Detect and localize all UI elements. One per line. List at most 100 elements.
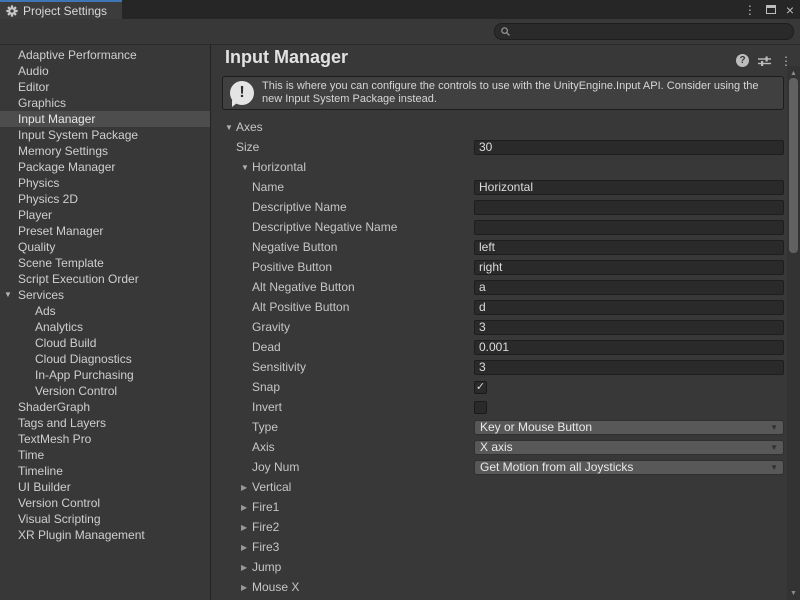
sidebar-item-script-execution-order[interactable]: Script Execution Order [0, 271, 210, 287]
row-control-cell: right [474, 260, 784, 275]
sidebar-item-label: Player [18, 208, 52, 222]
row-label-text: Sensitivity [252, 360, 306, 374]
negative-button-field[interactable]: left [474, 240, 784, 255]
row-control-cell [474, 401, 784, 414]
helpbox: ! This is where you can configure the co… [222, 76, 784, 110]
field-label-alt-negative-button: Alt Negative Button [211, 280, 474, 294]
sidebar-item-textmesh-pro[interactable]: TextMesh Pro [0, 431, 210, 447]
joy-num-dropdown[interactable]: Get Motion from all Joysticks▼ [474, 460, 784, 475]
sidebar-item-physics-2d[interactable]: Physics 2D [0, 191, 210, 207]
sidebar-item-player[interactable]: Player [0, 207, 210, 223]
sidebar-item-adaptive-performance[interactable]: Adaptive Performance [0, 47, 210, 63]
form-row-axis: AxisX axis▼ [211, 437, 784, 457]
sidebar-item-tags-and-layers[interactable]: Tags and Layers [0, 415, 210, 431]
row-control-cell: 3 [474, 320, 784, 335]
snap-checkbox[interactable]: ✓ [474, 381, 487, 394]
sidebar-item-shadergraph[interactable]: ShaderGraph [0, 399, 210, 415]
sidebar-item-visual-scripting[interactable]: Visual Scripting [0, 511, 210, 527]
row-control-cell: 0.001 [474, 340, 784, 355]
sidebar-item-package-manager[interactable]: Package Manager [0, 159, 210, 175]
preset-icon[interactable] [758, 55, 771, 67]
sidebar-item-ads[interactable]: Ads [0, 303, 210, 319]
form-row-size: Size30 [211, 137, 784, 157]
foldout-open-icon[interactable]: ▼ [241, 163, 252, 172]
sidebar-item-timeline[interactable]: Timeline [0, 463, 210, 479]
descriptive-name-field[interactable] [474, 200, 784, 215]
axis-dropdown[interactable]: X axis▼ [474, 440, 784, 455]
foldout-horizontal[interactable]: ▼Horizontal [211, 160, 474, 174]
descriptive-negative-name-field[interactable] [474, 220, 784, 235]
foldout-closed-icon[interactable]: ▶ [241, 523, 252, 532]
scrollbar-thumb[interactable] [789, 78, 798, 253]
info-icon: ! [230, 81, 254, 105]
field-label-invert: Invert [211, 400, 474, 414]
foldout-axes[interactable]: ▼Axes [211, 120, 474, 134]
dead-field[interactable]: 0.001 [474, 340, 784, 355]
sidebar-item-ui-builder[interactable]: UI Builder [0, 479, 210, 495]
positive-button-field[interactable]: right [474, 260, 784, 275]
foldout-vertical[interactable]: ▶Vertical [211, 480, 474, 494]
close-icon[interactable]: × [786, 3, 794, 17]
sidebar-item-input-system-package[interactable]: Input System Package [0, 127, 210, 143]
sidebar-item-preset-manager[interactable]: Preset Manager [0, 223, 210, 239]
type-dropdown[interactable]: Key or Mouse Button▼ [474, 420, 784, 435]
dropdown-arrow-icon: ▼ [770, 443, 778, 452]
sidebar-list: Adaptive PerformanceAudioEditorGraphicsI… [0, 47, 210, 543]
scroll-up-icon[interactable]: ▲ [787, 68, 800, 78]
sidebar-item-label: Services [18, 288, 64, 302]
panel-more-icon[interactable]: ⋮ [780, 55, 792, 67]
sensitivity-field[interactable]: 3 [474, 360, 784, 375]
sidebar-item-time[interactable]: Time [0, 447, 210, 463]
window-more-icon[interactable]: ⋮ [744, 4, 756, 16]
foldout-fire3[interactable]: ▶Fire3 [211, 540, 474, 554]
sidebar-item-xr-plugin-management[interactable]: XR Plugin Management [0, 527, 210, 543]
search-box[interactable] [494, 23, 794, 40]
field-label-descriptive-name: Descriptive Name [211, 200, 474, 214]
foldout-jump[interactable]: ▶Jump [211, 560, 474, 574]
alt-positive-button-field[interactable]: d [474, 300, 784, 315]
foldout-open-icon[interactable]: ▼ [225, 123, 236, 132]
sidebar-item-label: Package Manager [18, 160, 115, 174]
tab-project-settings[interactable]: Project Settings [0, 0, 122, 19]
sidebar-item-version-control[interactable]: Version Control [0, 495, 210, 511]
sidebar-item-cloud-diagnostics[interactable]: Cloud Diagnostics [0, 351, 210, 367]
sidebar-item-version-control[interactable]: Version Control [0, 383, 210, 399]
foldout-mouse-x[interactable]: ▶Mouse X [211, 580, 474, 594]
foldout-fire2[interactable]: ▶Fire2 [211, 520, 474, 534]
size-field[interactable]: 30 [474, 140, 784, 155]
sidebar-item-services[interactable]: ▼ Services [0, 287, 210, 303]
invert-checkbox[interactable] [474, 401, 487, 414]
vertical-scrollbar[interactable]: ▲ ▼ [787, 66, 800, 600]
sidebar-item-analytics[interactable]: Analytics [0, 319, 210, 335]
name-field[interactable]: Horizontal [474, 180, 784, 195]
sidebar-item-label: Input System Package [18, 128, 138, 142]
alt-negative-button-field[interactable]: a [474, 280, 784, 295]
sidebar-item-input-manager[interactable]: Input Manager [0, 111, 210, 127]
sidebar-item-scene-template[interactable]: Scene Template [0, 255, 210, 271]
sidebar-item-in-app-purchasing[interactable]: In-App Purchasing [0, 367, 210, 383]
row-control-cell: Key or Mouse Button▼ [474, 420, 784, 435]
sidebar-item-memory-settings[interactable]: Memory Settings [0, 143, 210, 159]
sidebar-item-audio[interactable]: Audio [0, 63, 210, 79]
foldout-closed-icon[interactable]: ▶ [241, 583, 252, 592]
scroll-down-icon[interactable]: ▼ [787, 588, 800, 598]
help-icon[interactable]: ? [736, 54, 749, 67]
sidebar-item-label: ShaderGraph [18, 400, 90, 414]
sidebar-item-cloud-build[interactable]: Cloud Build [0, 335, 210, 351]
foldout-closed-icon[interactable]: ▶ [241, 503, 252, 512]
sidebar-item-label: Ads [35, 304, 56, 318]
foldout-closed-icon[interactable]: ▶ [241, 483, 252, 492]
sidebar-item-physics[interactable]: Physics [0, 175, 210, 191]
sidebar-item-editor[interactable]: Editor [0, 79, 210, 95]
gravity-field[interactable]: 3 [474, 320, 784, 335]
foldout-closed-icon[interactable]: ▶ [241, 563, 252, 572]
row-label-text: Vertical [252, 480, 291, 494]
foldout-fire1[interactable]: ▶Fire1 [211, 500, 474, 514]
search-input[interactable] [514, 25, 793, 38]
sidebar-item-quality[interactable]: Quality [0, 239, 210, 255]
row-control-cell: 3 [474, 360, 784, 375]
sidebar-item-graphics[interactable]: Graphics [0, 95, 210, 111]
foldout-open-icon[interactable]: ▼ [4, 287, 12, 303]
foldout-closed-icon[interactable]: ▶ [241, 543, 252, 552]
maximize-icon[interactable] [766, 5, 776, 14]
